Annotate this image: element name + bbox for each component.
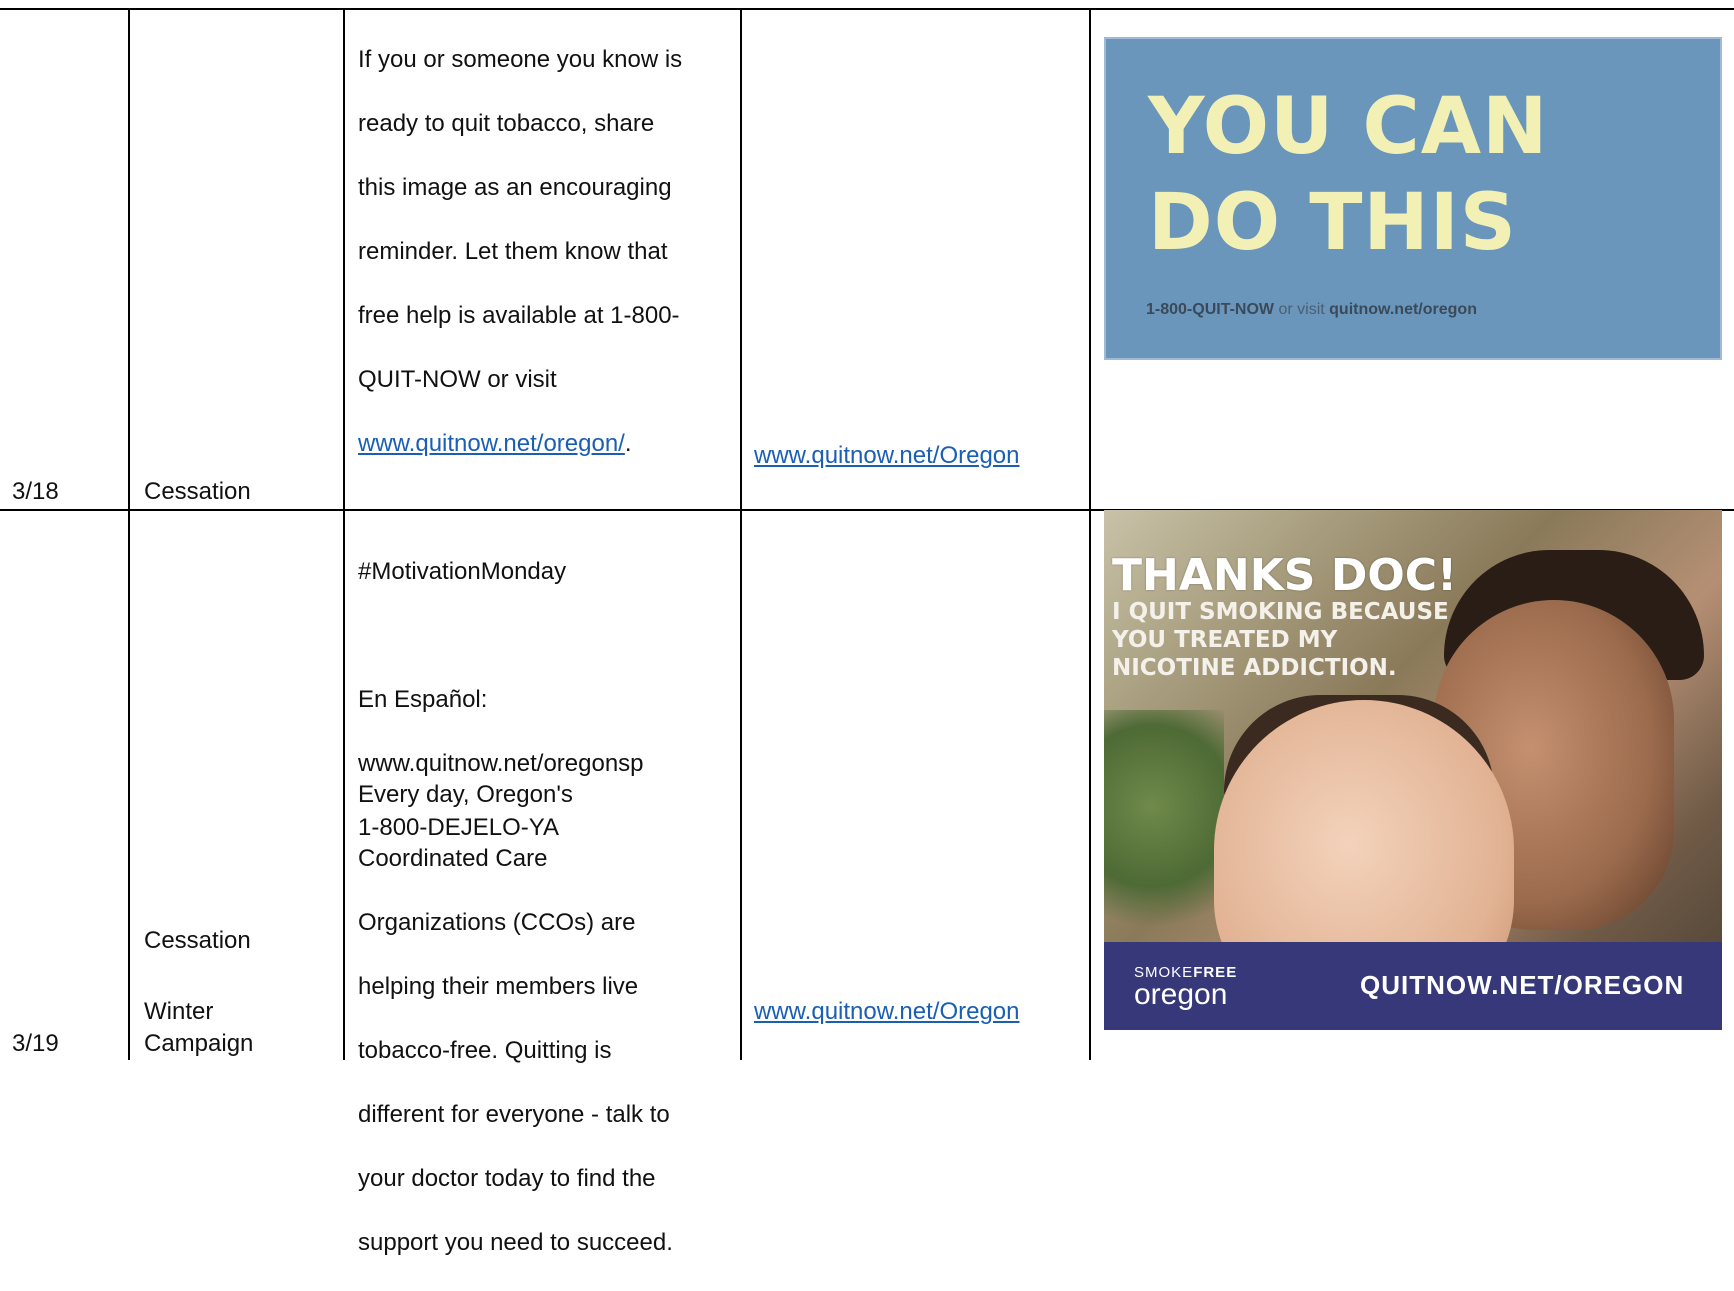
category-text: Campaign bbox=[144, 1030, 254, 1057]
message-line: QUIT-NOW or visit bbox=[358, 366, 557, 393]
message-line: your doctor today to find the bbox=[358, 1165, 656, 1192]
you-can-do-this-image: YOU CAN DO THIS 1-800-QUIT-NOW or visit … bbox=[1104, 37, 1722, 360]
date-cell: 3/18 bbox=[12, 476, 59, 508]
image-caption: 1-800-QUIT-NOW or visit quitnow.net/oreg… bbox=[1146, 301, 1477, 318]
message-line: helping their members live bbox=[358, 973, 639, 1000]
col-divider-4 bbox=[1089, 8, 1091, 1060]
date-text: 3/19 bbox=[12, 1030, 59, 1057]
category-text: Cessation bbox=[144, 478, 251, 505]
message-line: Coordinated Care bbox=[358, 845, 548, 872]
date-text: 3/18 bbox=[12, 478, 59, 505]
category-cell: Cessation bbox=[144, 476, 251, 508]
url-cell: www.quitnow.net/Oregon bbox=[754, 996, 1020, 1028]
quitnow-link[interactable]: www.quitnow.net/oregon/ bbox=[358, 430, 625, 457]
spanish-label: En Español: bbox=[358, 686, 488, 713]
category-text: Cessation bbox=[144, 927, 251, 954]
url-link[interactable]: www.quitnow.net/Oregon bbox=[754, 442, 1020, 469]
image-headline: THANKS DOC! bbox=[1112, 550, 1458, 601]
plant-shape bbox=[1104, 710, 1224, 950]
message-line: tobacco-free. Quitting is bbox=[358, 1037, 612, 1064]
url-link[interactable]: www.quitnow.net/Oregon bbox=[754, 998, 1020, 1025]
col-divider-3 bbox=[740, 8, 742, 1060]
message-line: different for everyone - talk to bbox=[358, 1101, 670, 1128]
category-cell: Winter Campaign bbox=[144, 996, 253, 1060]
image-subline: I QUIT SMOKING BECAUSE YOU TREATED MY NI… bbox=[1112, 599, 1449, 681]
col-divider-2 bbox=[343, 8, 345, 1060]
message-line: free help is available at 1-800- bbox=[358, 302, 680, 329]
category-cell: Cessation bbox=[144, 925, 251, 957]
link-suffix: . bbox=[624, 430, 632, 457]
hashtag: #MotivationMonday bbox=[358, 558, 567, 585]
message-line: support you need to succeed. bbox=[358, 1229, 673, 1256]
message-line: Organizations (CCOs) are bbox=[358, 909, 636, 936]
image-footer: SMOKEFREE oregon QUITNOW.NET/OREGON bbox=[1104, 942, 1722, 1030]
oregon-logo-text: oregon bbox=[1134, 978, 1228, 1011]
message-line: Every day, Oregon's bbox=[358, 781, 573, 808]
schedule-table: 3/18 Cessation If you or someone you kno… bbox=[0, 0, 1734, 1256]
message-line: ready to quit tobacco, share bbox=[358, 110, 655, 137]
message-line: If you or someone you know is bbox=[358, 46, 683, 73]
thanks-doc-image: THANKS DOC! I QUIT SMOKING BECAUSE YOU T… bbox=[1104, 510, 1722, 1030]
url-cell: www.quitnow.net/Oregon bbox=[754, 440, 1020, 472]
date-cell: 3/19 bbox=[12, 1028, 59, 1060]
message-link-line: www.quitnow.net/oregon/. bbox=[358, 428, 738, 460]
message-cell: Every day, Oregon's Coordinated Care Org… bbox=[358, 747, 738, 1291]
message-line: this image as an encouraging bbox=[358, 174, 672, 201]
col-divider-1 bbox=[128, 8, 130, 1060]
image-headline: YOU CAN DO THIS bbox=[1148, 82, 1549, 268]
footer-url: QUITNOW.NET/OREGON bbox=[1360, 970, 1685, 1000]
message-line: reminder. Let them know that bbox=[358, 238, 668, 265]
row-divider-top bbox=[0, 8, 1734, 10]
category-text: Winter bbox=[144, 998, 214, 1025]
